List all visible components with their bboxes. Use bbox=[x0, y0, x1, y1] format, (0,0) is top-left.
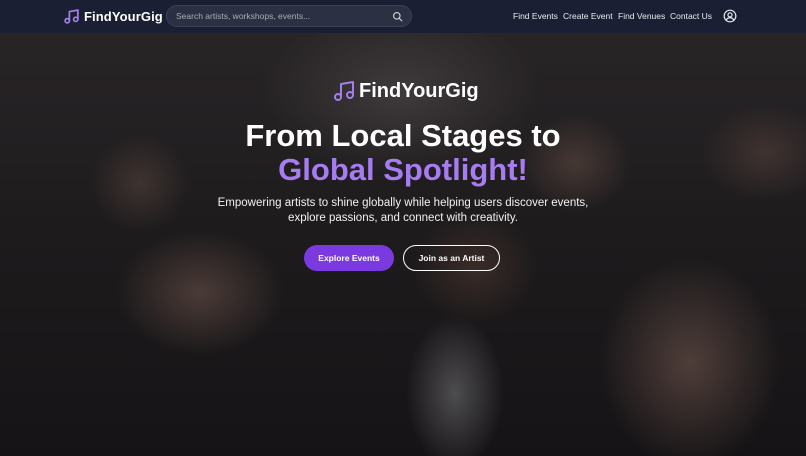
music-note-icon bbox=[64, 9, 79, 24]
user-circle-icon[interactable] bbox=[723, 9, 737, 23]
subtext-line-2: explore passions, and connect with creat… bbox=[288, 212, 518, 224]
headline-line-1: From Local Stages to bbox=[245, 118, 561, 153]
nav-link-find-venues[interactable]: Find Venues bbox=[618, 11, 665, 21]
subtext-line-1: Empowering artists to shine globally whi… bbox=[217, 197, 589, 209]
search-icon[interactable] bbox=[392, 11, 403, 22]
search-input[interactable] bbox=[176, 11, 381, 21]
headline-line-2: Global Spotlight! bbox=[278, 152, 528, 187]
join-as-artist-button[interactable]: Join as an Artist bbox=[403, 245, 500, 271]
hero-brand: FindYourGig bbox=[332, 79, 479, 103]
hero-subtext: Empowering artists to shine globally whi… bbox=[203, 196, 603, 226]
music-note-icon bbox=[334, 81, 354, 101]
nav-link-find-events[interactable]: Find Events bbox=[513, 11, 558, 21]
hero-section: FindYourGig From Local Stages to Global … bbox=[0, 33, 806, 456]
top-navbar: FindYourGig Find Events Create Event Fin… bbox=[0, 0, 806, 33]
nav-link-contact-us[interactable]: Contact Us bbox=[670, 11, 712, 21]
explore-events-button[interactable]: Explore Events bbox=[304, 245, 394, 271]
hero-brand-name: FindYourGig bbox=[359, 79, 479, 102]
search-bar bbox=[166, 5, 412, 27]
nav-link-create-event[interactable]: Create Event bbox=[563, 11, 613, 21]
hero-headline: From Local Stages to Global Spotlight! bbox=[0, 119, 806, 187]
brand-name: FindYourGig bbox=[84, 9, 163, 24]
brand-logo[interactable]: FindYourGig bbox=[63, 7, 163, 26]
